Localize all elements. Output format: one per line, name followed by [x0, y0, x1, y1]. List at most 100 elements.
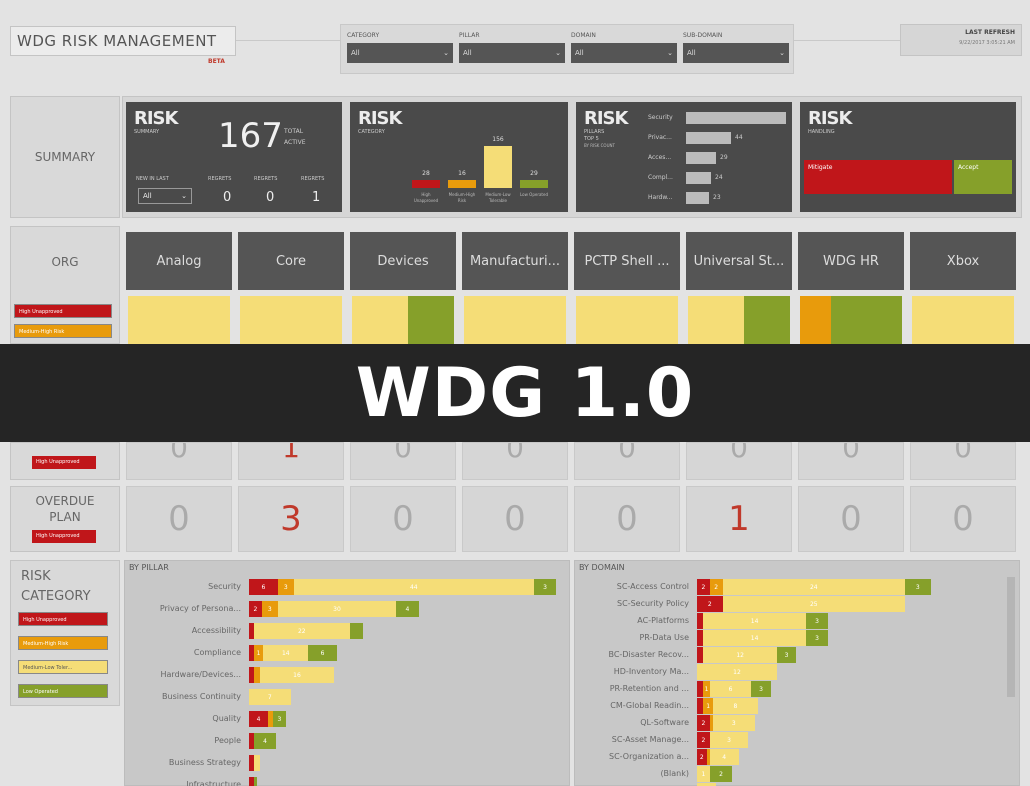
- chart-bar-segment[interactable]: 4: [396, 601, 419, 617]
- chart-bar-segment[interactable]: 3: [777, 647, 797, 663]
- chart-bar-segment[interactable]: 8: [713, 698, 758, 714]
- risk-category-bar[interactable]: [412, 180, 440, 188]
- org-column-header[interactable]: Manufacturi...: [462, 232, 568, 290]
- risk-category-card[interactable]: RISK CATEGORY 28 High Unapproved 16 Medium-…: [350, 102, 568, 212]
- count-cell[interactable]: 0: [462, 486, 568, 552]
- chart-bar-segment[interactable]: 6: [249, 579, 278, 595]
- chart-bar-segment[interactable]: 3: [805, 630, 829, 646]
- chart-bar-segment[interactable]: 14: [263, 645, 309, 661]
- chart-bar-segment[interactable]: 2: [697, 732, 710, 748]
- category-dropdown[interactable]: All ⌄: [347, 43, 453, 63]
- pillar-filter-label: PILLAR: [459, 32, 480, 39]
- chart-bar-segment[interactable]: 14: [703, 630, 806, 646]
- count-cell[interactable]: 0: [350, 486, 456, 552]
- chart-bar-segment[interactable]: 24: [722, 579, 905, 595]
- count-cell[interactable]: 0: [462, 442, 568, 480]
- chart-bar-segment[interactable]: 3: [713, 715, 755, 731]
- count-cell[interactable]: 0: [126, 486, 232, 552]
- chart-bar-segment[interactable]: 12: [703, 647, 777, 663]
- count-cell[interactable]: 0: [910, 442, 1016, 480]
- accept-bar[interactable]: Accept: [954, 160, 1012, 194]
- pillar-dropdown[interactable]: All ⌄: [459, 43, 565, 63]
- org-column-header[interactable]: Universal St...: [686, 232, 792, 290]
- risk-pillar-bar[interactable]: [686, 192, 709, 204]
- chart-bar-segment[interactable]: 3: [751, 681, 771, 697]
- chart-bar-segment[interactable]: [253, 755, 261, 771]
- count-cell[interactable]: 0: [686, 442, 792, 480]
- new-in-last-dropdown[interactable]: All ⌄: [138, 188, 192, 204]
- org-column-bar[interactable]: [800, 296, 902, 344]
- chart-bar-segment[interactable]: 1: [253, 645, 264, 661]
- risk-category-bar[interactable]: [520, 180, 548, 188]
- count-cell[interactable]: 0: [350, 442, 456, 480]
- org-column-header[interactable]: Core: [238, 232, 344, 290]
- chart-bar-segment[interactable]: 3: [273, 711, 286, 727]
- chart-bar-segment[interactable]: 6: [709, 681, 752, 697]
- chart-bar-segment[interactable]: 30: [277, 601, 397, 617]
- chart-bar-segment[interactable]: 2: [697, 715, 710, 731]
- risk-pillar-bar[interactable]: [686, 172, 711, 184]
- chart-bar-segment[interactable]: [253, 777, 257, 786]
- count-cell[interactable]: 0: [798, 442, 904, 480]
- chart-bar-segment[interactable]: 1: [697, 766, 710, 782]
- org-column-bar[interactable]: [240, 296, 342, 344]
- count-cell[interactable]: 1: [238, 442, 344, 480]
- chart-bar-segment[interactable]: 4: [709, 749, 739, 765]
- risk-pillar-bar[interactable]: [686, 112, 786, 124]
- chart-bar-segment[interactable]: 2: [697, 596, 723, 612]
- chart-bar-segment[interactable]: 4: [249, 711, 269, 727]
- by-domain-scrollbar[interactable]: [1007, 577, 1015, 697]
- chart-bar-segment[interactable]: 4: [253, 733, 277, 749]
- chart-bar-segment[interactable]: 2: [697, 749, 707, 765]
- org-column-bar[interactable]: [352, 296, 454, 344]
- count-cell[interactable]: 0: [910, 486, 1016, 552]
- org-column-header[interactable]: Devices: [350, 232, 456, 290]
- chart-bar-segment[interactable]: 3: [277, 579, 294, 595]
- chart-bar-segment[interactable]: 25: [722, 596, 905, 612]
- org-column-header[interactable]: Xbox: [910, 232, 1016, 290]
- chart-bar-segment[interactable]: 2: [709, 766, 733, 782]
- org-column-bar[interactable]: [912, 296, 1014, 344]
- count-cell[interactable]: 1: [686, 486, 792, 552]
- risk-pillar-bar[interactable]: [686, 152, 716, 164]
- chart-bar-segment[interactable]: [349, 623, 363, 639]
- domain-dropdown[interactable]: All ⌄: [571, 43, 677, 63]
- chart-bar-segment[interactable]: 2: [709, 579, 723, 595]
- org-column-header[interactable]: Analog: [126, 232, 232, 290]
- count-cell[interactable]: 0: [798, 486, 904, 552]
- count-cell[interactable]: 0: [574, 442, 680, 480]
- risk-category-bar[interactable]: [448, 180, 476, 188]
- chart-bar-segment[interactable]: 14: [703, 613, 806, 629]
- risk-summary-card[interactable]: RISK SUMMARY 167 TOTAL ACTIVE NEW IN LAS…: [126, 102, 342, 212]
- chart-bar-segment[interactable]: 3: [533, 579, 557, 595]
- chart-bar-segment[interactable]: 12: [697, 664, 777, 680]
- chart-bar-segment[interactable]: 44: [293, 579, 534, 595]
- chart-bar-segment[interactable]: 16: [260, 667, 334, 683]
- count-cell[interactable]: 0: [126, 442, 232, 480]
- org-column-bar[interactable]: [464, 296, 566, 344]
- chart-bar-segment[interactable]: 3: [261, 601, 278, 617]
- chart-bar-segment[interactable]: 2: [249, 601, 262, 617]
- chart-bar-segment[interactable]: 3: [805, 613, 829, 629]
- org-column-header[interactable]: WDG HR: [798, 232, 904, 290]
- count-cell[interactable]: 0: [574, 486, 680, 552]
- chart-bar-segment[interactable]: 7: [249, 689, 291, 705]
- subdomain-dropdown[interactable]: All ⌄: [683, 43, 789, 63]
- org-column-bar[interactable]: [688, 296, 790, 344]
- chart-bar-segment[interactable]: 3: [905, 579, 931, 595]
- org-column-bar[interactable]: [576, 296, 678, 344]
- risk-category-bar[interactable]: [484, 146, 512, 188]
- chart-bar-segment[interactable]: 2: [697, 579, 710, 595]
- risk-pillar-bar[interactable]: [686, 132, 731, 144]
- count-cell[interactable]: 3: [238, 486, 344, 552]
- risk-handling-card[interactable]: RISK HANDLING Mitigate Accept: [800, 102, 1016, 212]
- chart-bar-segment[interactable]: 6: [308, 645, 337, 661]
- org-column-header[interactable]: PCTP Shell ...: [574, 232, 680, 290]
- chart-bar-segment[interactable]: 1: [703, 698, 713, 714]
- chart-bar-segment[interactable]: 3: [709, 732, 749, 748]
- org-column-bar[interactable]: [128, 296, 230, 344]
- chart-bar-segment[interactable]: 22: [253, 623, 350, 639]
- chart-row-label: Privacy of Persona...: [159, 604, 241, 613]
- mitigate-bar[interactable]: Mitigate: [804, 160, 952, 194]
- risk-pillars-card[interactable]: RISK PILLARS TOP 5 BY RISK COUNT Securit…: [576, 102, 792, 212]
